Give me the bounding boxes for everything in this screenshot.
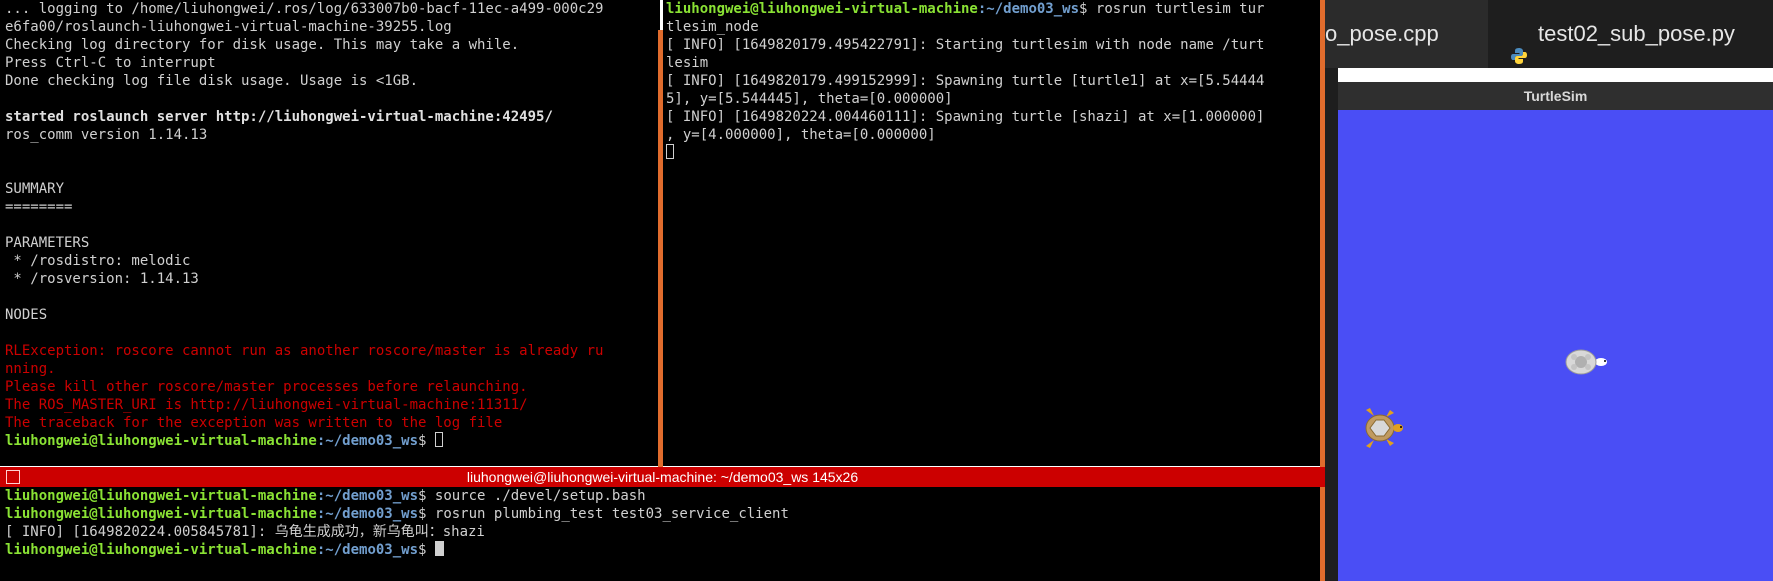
left-terminal[interactable]: ... logging to /home/liuhongwei/.ros/log… — [0, 0, 660, 466]
left-terminal-prompt: liuhongwei@liuhongwei-virtual-machine:~/… — [5, 432, 660, 450]
turtle-icon — [1563, 346, 1609, 382]
terminal-line: started roslaunch server http://liuhongw… — [5, 109, 553, 125]
terminal-line: lesim — [666, 55, 709, 71]
bottom-terminal-titlebar[interactable]: liuhongwei@liuhongwei-virtual-machine: ~… — [0, 467, 1325, 487]
terminal-line: tlesim_node — [666, 19, 759, 35]
right-terminal-output: tlesim_node [ INFO] [1649820179.495422791… — [666, 18, 1320, 144]
bottom-terminal-line-2: liuhongwei@liuhongwei-virtual-machine:~/… — [5, 506, 789, 522]
terminal-line: Checking log directory for disk usage. T… — [5, 37, 520, 53]
terminal-line: Press Ctrl-C to interrupt — [5, 55, 216, 71]
left-terminal-output: ... logging to /home/liuhongwei/.ros/log… — [5, 0, 660, 432]
terminal-line: The ROS_MASTER_URI is http://liuhongwei-… — [5, 397, 528, 413]
terminal-line: e6fa00/roslaunch-liuhongwei-virtual-mach… — [5, 19, 452, 35]
cursor — [666, 144, 674, 159]
turtlesim-titlebar[interactable]: TurtleSim — [1338, 82, 1773, 110]
terminal-line: , y=[4.000000], theta=[0.000000] — [666, 127, 936, 143]
terminal-line: SUMMARY — [5, 181, 65, 197]
terminal-line: [ INFO] [1649820179.495422791]: Starting… — [666, 37, 1265, 53]
terminal-line: Please kill other roscore/master process… — [5, 379, 528, 395]
turtlesim-window[interactable]: TurtleSim — [1338, 82, 1773, 581]
terminal-line: ======== — [5, 199, 73, 215]
bottom-terminal-line-1: liuhongwei@liuhongwei-virtual-machine:~/… — [5, 488, 646, 504]
tab-test02-sub-pose[interactable]: test02_sub_pose.py — [1488, 0, 1773, 68]
cursor — [434, 541, 444, 556]
editor-tab-bar: o_pose.cpp test02_sub_pose.py — [1325, 0, 1773, 68]
cursor — [434, 432, 443, 447]
terminal-line: ros_comm version 1.14.13 — [5, 127, 208, 143]
right-terminal[interactable]: liuhongwei@liuhongwei-virtual-machine:~/… — [663, 0, 1320, 466]
terminal-line: Done checking log file disk usage. Usage… — [5, 73, 419, 89]
terminal-line: NODES — [5, 307, 48, 323]
terminal-line: * /rosversion: 1.14.13 — [5, 271, 199, 287]
python-icon — [1510, 24, 1528, 64]
tab-pose-cpp[interactable]: o_pose.cpp — [1325, 0, 1475, 68]
terminal-line: ... logging to /home/liuhongwei/.ros/log… — [5, 1, 604, 17]
terminal-line: RLException: roscore cannot run as anoth… — [5, 343, 604, 359]
terminal-line: The traceback for the exception was writ… — [5, 415, 503, 431]
terminal-line: PARAMETERS — [5, 235, 90, 251]
right-terminal-prompt: liuhongwei@liuhongwei-virtual-machine:~/… — [666, 1, 1265, 17]
terminal-line: [ INFO] [1649820224.004460111]: Spawning… — [666, 109, 1265, 125]
terminal-line: nning. — [5, 361, 56, 377]
turtle-icon — [1360, 404, 1404, 456]
terminal-line: * /rosdistro: melodic — [5, 253, 191, 269]
bottom-terminal-line-3: [ INFO] [1649820224.005845781]: 乌龟生成成功，新… — [5, 524, 485, 540]
terminal-line: [ INFO] [1649820179.499152999]: Spawning… — [666, 73, 1265, 89]
terminal-line: 5], y=[5.544445], theta=[0.000000] — [666, 91, 953, 107]
editor-background — [1325, 68, 1338, 581]
bottom-terminal[interactable]: liuhongwei@liuhongwei-virtual-machine:~/… — [0, 487, 1320, 581]
bottom-terminal-title: liuhongwei@liuhongwei-virtual-machine: ~… — [466, 469, 859, 485]
bottom-terminal-prompt: liuhongwei@liuhongwei-virtual-machine:~/… — [5, 541, 1320, 559]
terminal-menu-icon[interactable] — [6, 470, 20, 484]
